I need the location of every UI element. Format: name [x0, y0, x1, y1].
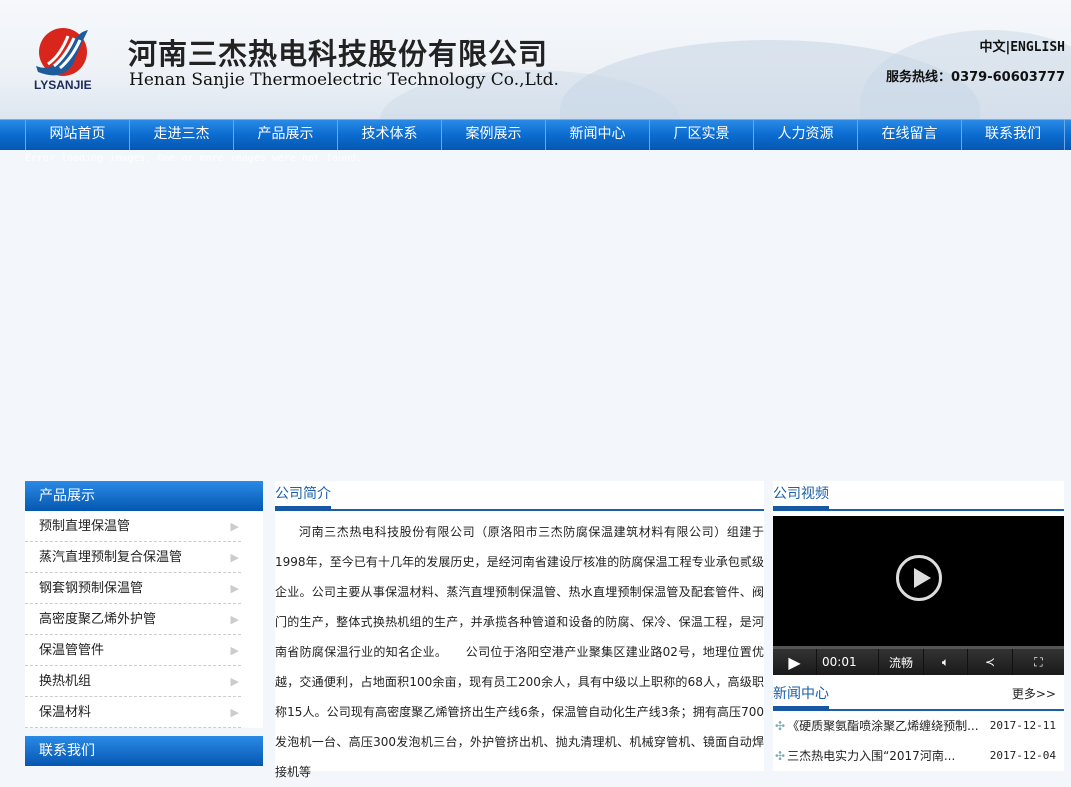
bullet-icon: ✣ — [775, 749, 786, 763]
product-label: 换热机组 — [39, 674, 92, 689]
arrow-icon: ▶ — [230, 520, 239, 533]
news-section: 新闻中心 更多>> ✣ 《硬质聚氨酯喷涂聚乙烯缠绕预制... 2017-12-11 … — [773, 681, 1064, 771]
play-button[interactable]: ▶ — [773, 649, 817, 675]
share-button[interactable]: ≺ — [968, 649, 1013, 675]
arrow-icon: ▶ — [230, 582, 239, 595]
product-item[interactable]: 预制直埋保温管 ▶ — [25, 511, 241, 542]
hotline: 服务热线：0379-60603777 — [886, 70, 1065, 85]
arrow-icon: ▶ — [230, 706, 239, 719]
video-controls: ▶ 00:01 流畅 🔈︎ ≺ ⛶ — [773, 646, 1064, 675]
arrow-icon: ▶ — [230, 613, 239, 626]
volume-button[interactable]: 🔈︎ — [924, 649, 968, 675]
nav-home[interactable]: 网站首页 — [25, 120, 129, 150]
lang-en-link[interactable]: ENGLISH — [1010, 40, 1065, 55]
quality-button[interactable]: 流畅 — [879, 649, 924, 675]
product-item[interactable]: 保温管管件 ▶ — [25, 635, 241, 666]
logo-text: LYSANJIE — [34, 78, 92, 92]
company-name-en: Henan Sanjie Thermoelectric Technology C… — [129, 70, 559, 90]
nav-factory[interactable]: 厂区实景 — [649, 120, 753, 150]
product-item[interactable]: 换热机组 ▶ — [25, 666, 241, 697]
nav-contact[interactable]: 联系我们 — [961, 120, 1065, 150]
news-item[interactable]: ✣ 《硬质聚氨酯喷涂聚乙烯缠绕预制... 2017-12-11 — [773, 711, 1064, 741]
product-item[interactable]: 蒸汽直埋预制复合保温管 ▶ — [25, 542, 241, 573]
nav-hr[interactable]: 人力资源 — [753, 120, 857, 150]
product-label: 保温材料 — [39, 705, 92, 720]
time-display: 00:01 — [817, 649, 879, 675]
product-item[interactable]: 高密度聚乙烯外护管 ▶ — [25, 604, 241, 635]
video-player[interactable]: ▶ 00:01 流畅 🔈︎ ≺ ⛶ — [773, 516, 1064, 675]
intro-text: 河南三杰热电科技股份有限公司（原洛阳市三杰防腐保温建筑材料有限公司）组建于199… — [275, 525, 764, 779]
language-switch: 中文|ENGLISH — [979, 36, 1065, 55]
nav-cases[interactable]: 案例展示 — [441, 120, 545, 150]
product-label: 钢套钢预制保温管 — [39, 581, 144, 596]
arrow-icon: ▶ — [230, 644, 239, 657]
fullscreen-button[interactable]: ⛶ — [1013, 649, 1064, 675]
arrow-icon: ▶ — [230, 675, 239, 688]
company-name-cn: 河南三杰热电科技股份有限公司 — [128, 37, 549, 71]
product-item[interactable]: 保温材料 ▶ — [25, 697, 241, 728]
video-heading: 公司视频 — [773, 481, 1064, 511]
main-nav: 网站首页 走进三杰 产品展示 技术体系 案例展示 新闻中心 厂区实景 人力资源 … — [0, 119, 1071, 150]
news-title[interactable]: 三杰热电实力入围“2017河南... — [787, 749, 955, 763]
header: LYSANJIE 河南三杰热电科技股份有限公司 Henan Sanjie The… — [0, 0, 1071, 119]
product-label: 蒸汽直埋预制复合保温管 — [39, 550, 183, 565]
news-title[interactable]: 《硬质聚氨酯喷涂聚乙烯缠绕预制... — [787, 719, 978, 733]
nav-products[interactable]: 产品展示 — [233, 120, 337, 150]
bullet-icon: ✣ — [775, 719, 786, 733]
share-icon: ≺ — [984, 655, 996, 669]
nav-message[interactable]: 在线留言 — [857, 120, 961, 150]
fullscreen-icon: ⛶ — [1034, 654, 1043, 669]
nav-news[interactable]: 新闻中心 — [545, 120, 649, 150]
arrow-icon: ▶ — [230, 551, 239, 564]
news-more-link[interactable]: 更多>> — [1012, 685, 1056, 702]
play-overlay-icon[interactable] — [896, 555, 942, 601]
intro-heading: 公司简介 — [275, 481, 764, 511]
contact-heading: 联系我们 — [25, 736, 263, 766]
image-error-message: Error loading images. One or more images… — [25, 153, 363, 164]
lang-cn-link[interactable]: 中文 — [979, 40, 1005, 55]
play-icon: ▶ — [788, 652, 801, 672]
left-sidebar: 产品展示 预制直埋保温管 ▶ 蒸汽直埋预制复合保温管 ▶ 钢套钢预制保温管 ▶ 高密度… — [25, 481, 263, 766]
news-date: 2017-12-04 — [989, 749, 1056, 762]
news-item[interactable]: ✣ 三杰热电实力入围“2017河南... 2017-12-04 — [773, 741, 1064, 771]
product-label: 保温管管件 — [39, 643, 105, 658]
product-item[interactable]: 钢套钢预制保温管 ▶ — [25, 573, 241, 604]
nav-about[interactable]: 走进三杰 — [129, 120, 233, 150]
right-sidebar: 公司视频 ▶ 00:01 流畅 🔈︎ ≺ ⛶ 新闻中心 更多>> ✣ 《硬质聚氨酯… — [773, 481, 1064, 771]
company-intro: 公司简介 河南三杰热电科技股份有限公司（原洛阳市三杰防腐保温建筑材料有限公司）组… — [275, 481, 764, 779]
product-list: 预制直埋保温管 ▶ 蒸汽直埋预制复合保温管 ▶ 钢套钢预制保温管 ▶ 高密度聚乙烯外护… — [25, 511, 263, 728]
product-label: 预制直埋保温管 — [39, 519, 131, 534]
product-label: 高密度聚乙烯外护管 — [39, 612, 157, 627]
nav-technology[interactable]: 技术体系 — [337, 120, 441, 150]
products-heading: 产品展示 — [25, 481, 263, 511]
news-date: 2017-12-11 — [989, 719, 1056, 732]
volume-icon: 🔈︎ — [941, 654, 950, 669]
